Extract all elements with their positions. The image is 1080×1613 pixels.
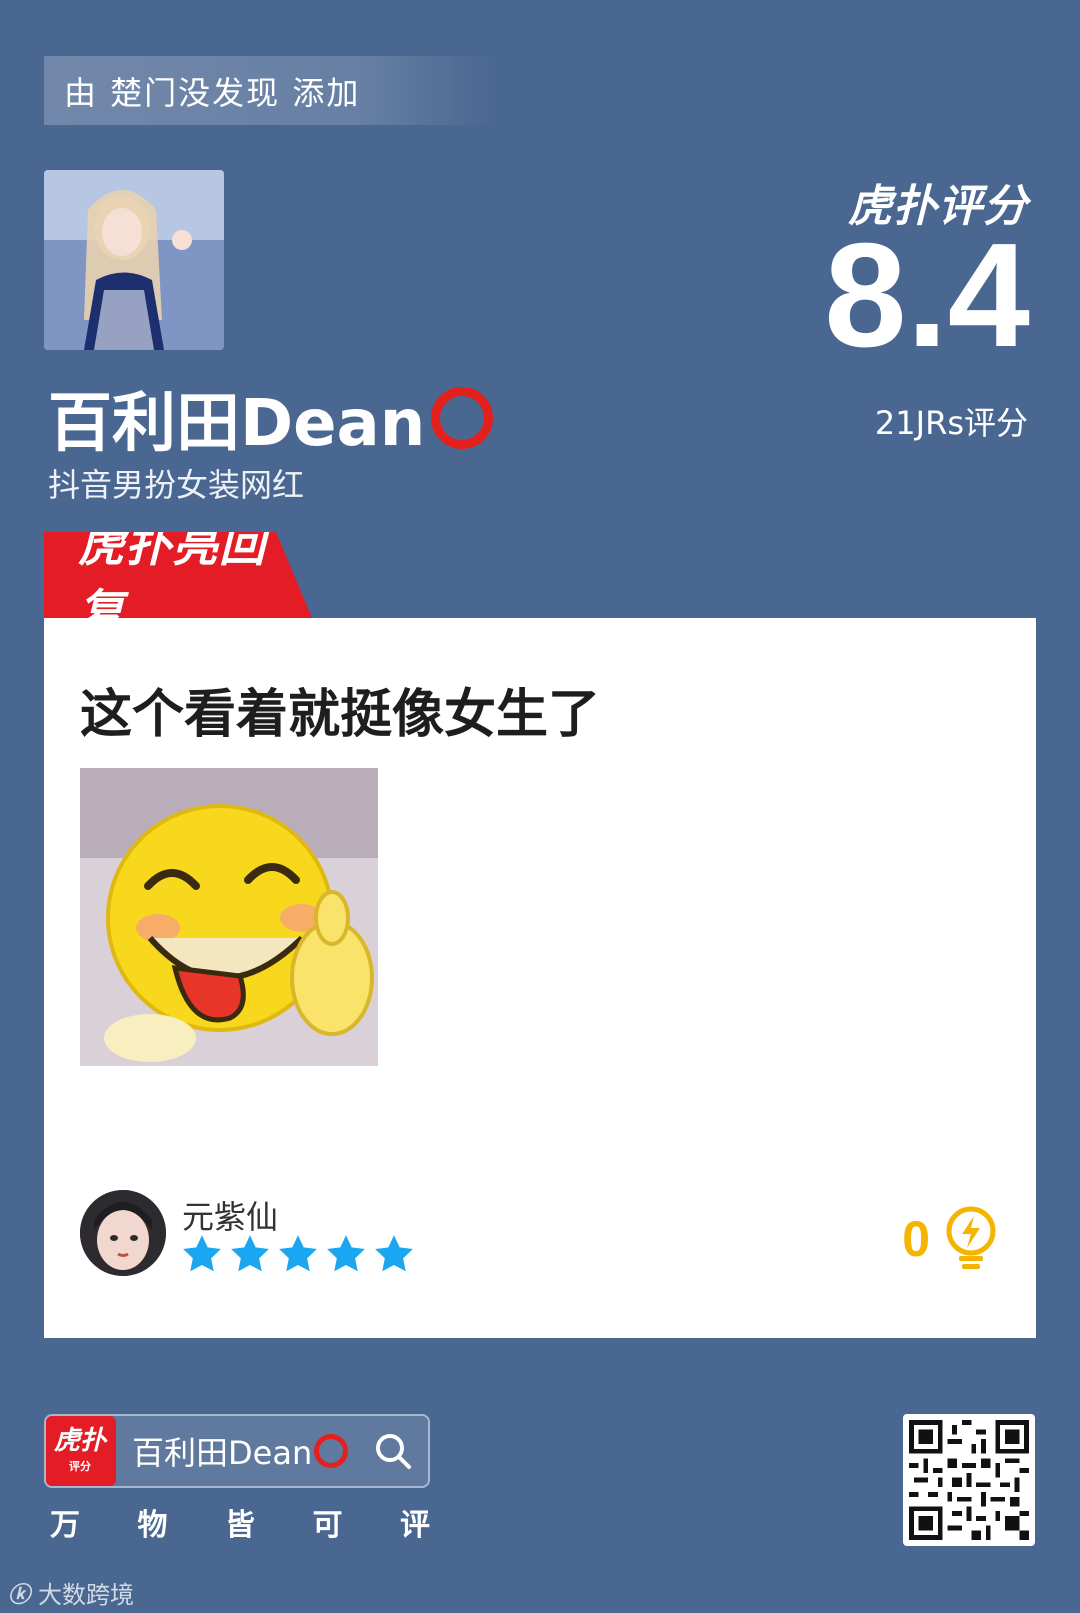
red-circle-emoji (431, 387, 494, 449)
star-icon (327, 1235, 365, 1272)
lightbulb-icon[interactable] (942, 1206, 1000, 1272)
rating-share-card: 由 楚门没发现 添加 百利田Dean 抖音男扮女装网红 虎扑评分 8.4 21J… (0, 0, 1080, 1613)
star-icon (375, 1235, 413, 1272)
like-counter[interactable]: 0 (902, 1206, 1000, 1272)
reply-emoji-image[interactable] (80, 768, 378, 1066)
score-value: 8.4 (824, 213, 1030, 378)
profile-subtitle: 抖音男扮女装网红 (48, 466, 305, 504)
hot-reply-card[interactable]: 这个看着就挺像女生了 元紫仙 0 (44, 618, 1036, 1338)
profile-name: 百利田Dean (48, 372, 494, 464)
reply-user-avatar[interactable] (80, 1190, 166, 1276)
slogan-char: 评 (400, 1508, 430, 1543)
reply-text: 这个看着就挺像女生了 (80, 685, 601, 745)
slogan-char: 可 (312, 1508, 343, 1543)
profile-name-text: 百利田Dean (48, 387, 426, 461)
star-icon (231, 1235, 269, 1272)
qr-code[interactable] (903, 1414, 1035, 1546)
search-query: 百利田Dean (132, 1428, 349, 1474)
slogan-char: 物 (137, 1508, 168, 1543)
app-search-bar[interactable]: 虎扑 评分 百利田Dean (44, 1414, 430, 1488)
added-by-banner: 由 楚门没发现 添加 (44, 56, 494, 125)
reply-star-rating (180, 1232, 416, 1276)
slogan-char: 皆 (225, 1508, 255, 1543)
user-avatar-image (80, 1190, 166, 1276)
profile-avatar[interactable] (44, 170, 224, 350)
app-logo-sub: 评分 (69, 1460, 91, 1473)
qr-code-image (909, 1420, 1029, 1540)
profile-avatar-image (44, 170, 224, 350)
watermark: ⓚ 大数跨境 (8, 1575, 134, 1610)
search-icon[interactable] (374, 1432, 412, 1470)
score-count: 21JRs评分 (874, 404, 1028, 442)
slogan-char: 万 (50, 1508, 80, 1543)
watermark-logo: ⓚ (8, 1582, 31, 1608)
slogan: 万 物 皆 可 评 (50, 1500, 430, 1544)
watermark-text: 大数跨境 (38, 1581, 135, 1609)
like-count: 0 (902, 1211, 930, 1267)
app-logo-text: 虎扑 (53, 1426, 106, 1456)
star-icon (183, 1235, 221, 1272)
search-query-text: 百利田Dean (132, 1434, 313, 1472)
red-circle-emoji (314, 1434, 349, 1468)
smiley-thumbs-up-image (80, 768, 378, 1066)
hot-reply-tag: 虎扑亮回复 (44, 532, 312, 618)
star-icon (279, 1235, 317, 1272)
app-logo: 虎扑 评分 (46, 1416, 116, 1486)
